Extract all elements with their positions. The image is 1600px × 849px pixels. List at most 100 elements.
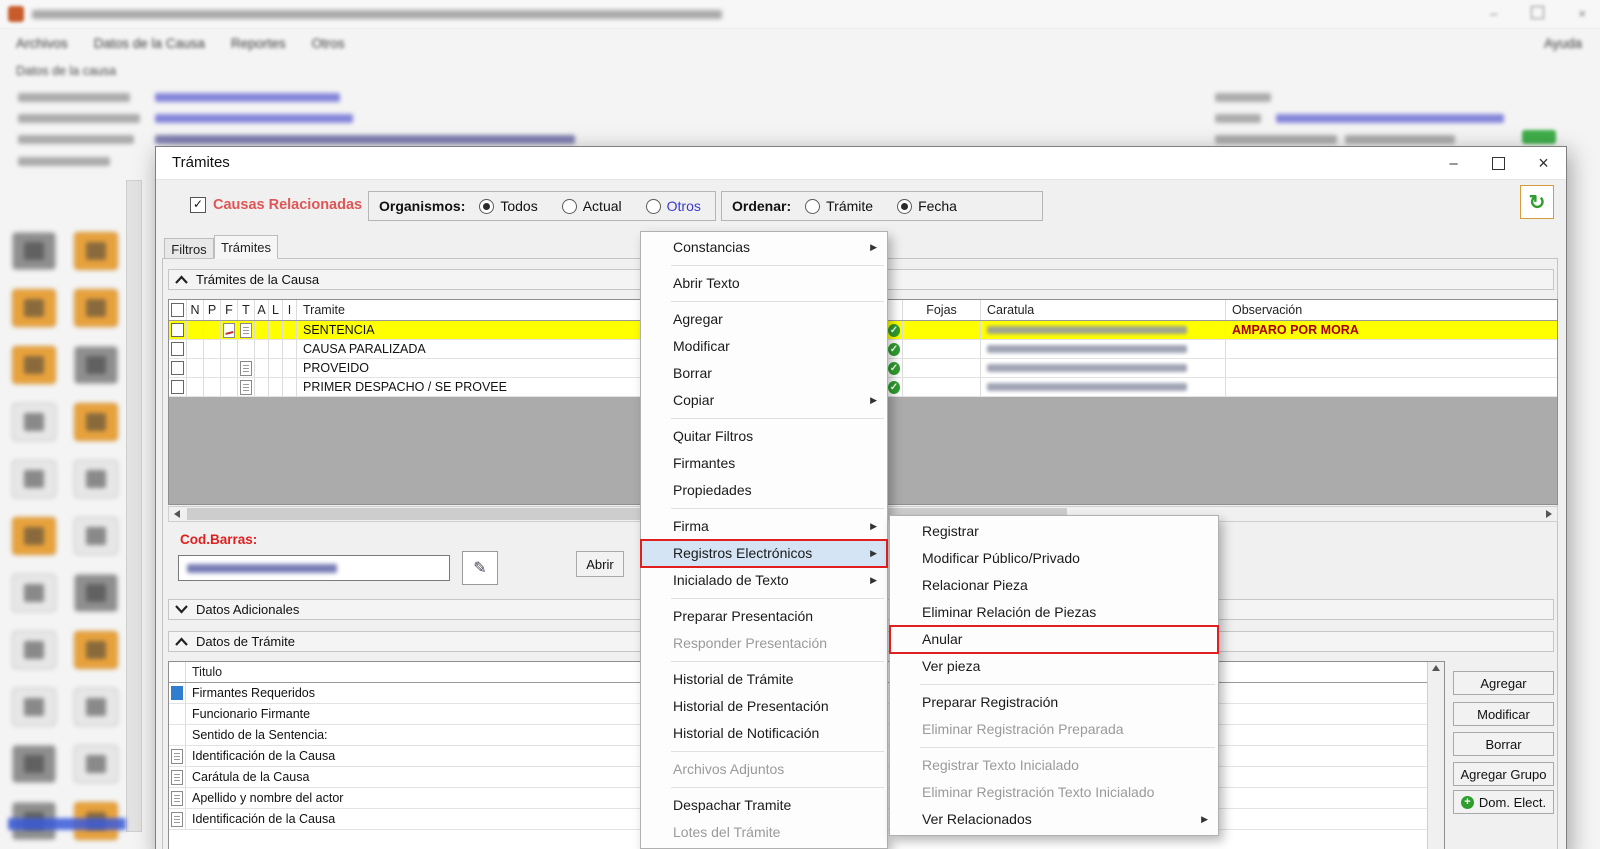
scroll-up-icon[interactable] bbox=[1432, 665, 1440, 671]
sidebar-icon[interactable] bbox=[74, 460, 118, 498]
scroll-right-icon[interactable] bbox=[1541, 507, 1557, 521]
radio-icon bbox=[562, 199, 577, 214]
vertical-scrollbar[interactable] bbox=[1427, 662, 1444, 849]
checkbox-icon: ✓ bbox=[190, 197, 206, 213]
radio-otros[interactable]: Otros bbox=[646, 198, 701, 214]
radio-tramite[interactable]: Trámite bbox=[805, 198, 873, 214]
menu-item-modificar[interactable]: Modificar bbox=[641, 333, 887, 360]
maximize-icon[interactable] bbox=[1531, 6, 1544, 22]
scroll-left-icon[interactable] bbox=[169, 507, 185, 521]
menu-item-quitar-filtros[interactable]: Quitar Filtros bbox=[641, 423, 887, 450]
menu-ayuda[interactable]: Ayuda bbox=[1544, 36, 1582, 51]
menu-separator bbox=[671, 661, 884, 662]
agregar-grupo-button[interactable]: Agregar Grupo bbox=[1453, 762, 1554, 786]
redacted-label bbox=[1215, 93, 1271, 102]
column-observacion[interactable]: Observación bbox=[1226, 300, 1557, 320]
agregar-button[interactable]: Agregar bbox=[1453, 671, 1554, 695]
maximize-icon bbox=[1492, 157, 1505, 170]
menu-reportes[interactable]: Reportes bbox=[231, 36, 286, 51]
row-checkbox[interactable] bbox=[171, 323, 184, 337]
dialog-titlebar[interactable]: Trámites – × bbox=[156, 147, 1566, 180]
sidebar-icon[interactable] bbox=[12, 517, 56, 555]
sidebar-icon[interactable] bbox=[12, 688, 56, 726]
menu-item-historial-presentacion[interactable]: Historial de Presentación bbox=[641, 693, 887, 720]
sidebar-icon[interactable] bbox=[74, 745, 118, 783]
sidebar-icon[interactable] bbox=[74, 517, 118, 555]
background-window-controls[interactable]: – × bbox=[1490, 6, 1586, 22]
submenu-item-anular[interactable]: Anular bbox=[890, 626, 1218, 653]
sidebar-icon[interactable] bbox=[74, 232, 118, 270]
redacted-barcode-value bbox=[187, 564, 337, 573]
menu-item-preparar-presentacion[interactable]: Preparar Presentación bbox=[641, 603, 887, 630]
menu-item-agregar[interactable]: Agregar bbox=[641, 306, 887, 333]
sidebar-icon[interactable] bbox=[74, 688, 118, 726]
sidebar-icon[interactable] bbox=[74, 574, 118, 612]
radio-actual[interactable]: Actual bbox=[562, 198, 622, 214]
borrar-button[interactable]: Borrar bbox=[1453, 732, 1554, 756]
menu-item-copiar[interactable]: Copiar▶ bbox=[641, 387, 887, 414]
menu-item-historial-tramite[interactable]: Historial de Trámite bbox=[641, 666, 887, 693]
menu-otros[interactable]: Otros bbox=[312, 36, 345, 51]
sidebar-icon[interactable] bbox=[74, 631, 118, 669]
submenu-item-eliminar-registracion-texto-inicialado: Eliminar Registración Texto Inicialado bbox=[890, 779, 1218, 806]
submenu-item-ver-pieza[interactable]: Ver pieza bbox=[890, 653, 1218, 680]
maximize-button[interactable] bbox=[1476, 147, 1521, 179]
menu-archivos[interactable]: Archivos bbox=[16, 36, 68, 51]
submenu-item-relacionar-pieza[interactable]: Relacionar Pieza bbox=[890, 572, 1218, 599]
background-scrollbar[interactable] bbox=[126, 180, 142, 832]
sidebar-icon[interactable] bbox=[12, 346, 56, 384]
submenu-item-eliminar-relacion-piezas[interactable]: Eliminar Relación de Piezas bbox=[890, 599, 1218, 626]
causas-relacionadas-checkbox[interactable]: ✓ Causas Relacionadas bbox=[190, 197, 362, 213]
minimize-icon[interactable]: – bbox=[1490, 6, 1497, 22]
background-title-redacted bbox=[32, 10, 722, 19]
dom-elect-button[interactable]: + Dom. Elect. bbox=[1453, 790, 1554, 814]
close-icon[interactable]: × bbox=[1578, 6, 1586, 22]
column-fojas[interactable]: Fojas bbox=[903, 300, 981, 320]
sidebar-icon[interactable] bbox=[12, 403, 56, 441]
radio-fecha[interactable]: Fecha bbox=[897, 198, 957, 214]
sidebar-icon[interactable] bbox=[12, 232, 56, 270]
row-checkbox[interactable] bbox=[171, 361, 184, 375]
row-checkbox[interactable] bbox=[171, 380, 184, 394]
menu-item-abrir-texto[interactable]: Abrir Texto bbox=[641, 270, 887, 297]
submenu-item-modificar-publico-privado[interactable]: Modificar Público/Privado bbox=[890, 545, 1218, 572]
menu-item-firmantes[interactable]: Firmantes bbox=[641, 450, 887, 477]
modificar-button[interactable]: Modificar bbox=[1453, 702, 1554, 726]
close-button[interactable]: × bbox=[1521, 147, 1566, 179]
pending-presentations-link[interactable] bbox=[8, 818, 126, 830]
menu-separator bbox=[671, 598, 884, 599]
sidebar-icon[interactable] bbox=[12, 460, 56, 498]
menu-item-inicialado-de-texto[interactable]: Inicialado de Texto▶ bbox=[641, 567, 887, 594]
tab-tramites[interactable]: Trámites bbox=[214, 235, 278, 259]
column-caratula[interactable]: Caratula bbox=[981, 300, 1226, 320]
submenu-item-registrar[interactable]: Registrar bbox=[890, 518, 1218, 545]
menu-item-propiedades[interactable]: Propiedades bbox=[641, 477, 887, 504]
sidebar-icon[interactable] bbox=[12, 631, 56, 669]
abrir-button[interactable]: Abrir bbox=[576, 551, 624, 577]
background-menubar: Archivos Datos de la Causa Reportes Otro… bbox=[0, 28, 1600, 58]
sidebar-icon[interactable] bbox=[74, 403, 118, 441]
cod-barras-input[interactable] bbox=[178, 555, 450, 581]
menu-item-firma[interactable]: Firma▶ bbox=[641, 513, 887, 540]
menu-item-borrar[interactable]: Borrar bbox=[641, 360, 887, 387]
minimize-button[interactable]: – bbox=[1431, 147, 1476, 179]
menu-item-despachar-tramite[interactable]: Despachar Tramite bbox=[641, 792, 887, 819]
sidebar-icon[interactable] bbox=[74, 346, 118, 384]
menu-item-registros-electronicos[interactable]: Registros Electrónicos▶ bbox=[641, 540, 887, 567]
sidebar-icon[interactable] bbox=[12, 745, 56, 783]
sidebar-icon[interactable] bbox=[12, 289, 56, 327]
submenu-item-ver-relacionados[interactable]: Ver Relacionados▶ bbox=[890, 806, 1218, 833]
row-checkbox[interactable] bbox=[171, 342, 184, 356]
sidebar-icon[interactable] bbox=[74, 289, 118, 327]
tab-filtros[interactable]: Filtros bbox=[164, 238, 214, 259]
radio-todos[interactable]: Todos bbox=[479, 198, 537, 214]
refresh-button[interactable]: ↻ bbox=[1520, 185, 1554, 219]
submenu-item-preparar-registracion[interactable]: Preparar Registración bbox=[890, 689, 1218, 716]
menu-datos-causa[interactable]: Datos de la Causa bbox=[94, 36, 205, 51]
menu-item-historial-notificacion[interactable]: Historial de Notificación bbox=[641, 720, 887, 747]
select-all-checkbox[interactable] bbox=[171, 303, 184, 317]
menu-item-constancias[interactable]: Constancias▶ bbox=[641, 234, 887, 261]
organismos-label: Organismos: bbox=[379, 198, 465, 214]
sidebar-icon[interactable] bbox=[12, 574, 56, 612]
edit-barcode-button[interactable]: ✎ bbox=[462, 551, 498, 585]
